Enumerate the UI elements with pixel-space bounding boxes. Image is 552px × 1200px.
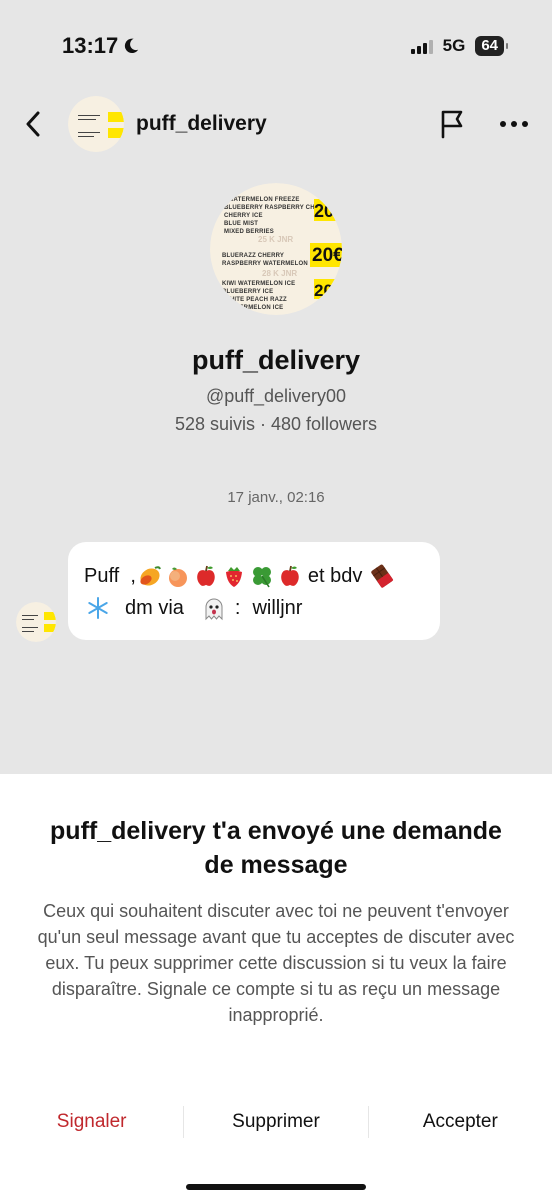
delete-button[interactable]: Supprimer bbox=[184, 1102, 367, 1142]
accept-button[interactable]: Accepter bbox=[369, 1102, 552, 1142]
avatar-badge: 20€ bbox=[314, 201, 342, 221]
report-flag-button[interactable] bbox=[436, 106, 470, 142]
avatar-menu-item: RASPBERRY WATERMELON bbox=[222, 261, 308, 267]
ghost-icon bbox=[205, 598, 223, 621]
sender-avatar[interactable] bbox=[16, 602, 56, 642]
sheet-title: puff_delivery t'a envoyé une demande de … bbox=[50, 817, 502, 879]
apple-icon bbox=[281, 565, 299, 586]
network-label: 5G bbox=[442, 36, 466, 55]
status-time: 13:17 bbox=[62, 33, 140, 59]
message-text: et bdv bbox=[307, 565, 363, 587]
signal-icon bbox=[410, 38, 433, 54]
avatar-badge: 20€ bbox=[314, 281, 342, 300]
chocolate-bar-icon bbox=[371, 564, 394, 588]
avatar-menu-item: BLUE MIST bbox=[224, 221, 259, 227]
profile-stats: 528 suivis · 480 followers bbox=[174, 414, 378, 434]
avatar-badge: 20€ bbox=[312, 245, 342, 266]
status-indicators: 5G 64 bbox=[410, 36, 508, 56]
snowflake-icon bbox=[88, 597, 108, 619]
message-text: willjnr bbox=[252, 597, 303, 619]
profile-handle: @puff_delivery00 bbox=[205, 386, 347, 406]
battery-indicator: 64 bbox=[475, 36, 508, 56]
strawberry-icon bbox=[225, 567, 242, 587]
chevron-left-icon bbox=[26, 111, 40, 137]
header-username[interactable]: puff_delivery bbox=[136, 112, 267, 136]
peach-icon bbox=[168, 567, 187, 587]
status-bar: 13:17 5G 64 bbox=[0, 0, 552, 92]
avatar-image: WATERMELON FREEZE BLUEBERRY RASPBERRY CH… bbox=[210, 183, 342, 315]
message-text: : bbox=[234, 597, 241, 619]
avatar-menu-item: CHERRY ICE bbox=[224, 213, 263, 219]
avatar-price: 25 K JNR bbox=[258, 235, 294, 244]
message-text: dm via bbox=[125, 597, 184, 619]
more-options-button[interactable] bbox=[496, 106, 532, 142]
flag-icon bbox=[441, 110, 463, 139]
more-horizontal-icon bbox=[500, 121, 528, 127]
apple-icon bbox=[197, 565, 215, 586]
message-timestamp: 17 janv., 02:16 bbox=[227, 489, 325, 506]
avatar-image bbox=[16, 602, 56, 642]
message-request-sheet: puff_delivery t'a envoyé une demande de … bbox=[0, 774, 552, 1200]
profile-name: puff_delivery bbox=[191, 345, 361, 375]
home-indicator[interactable] bbox=[186, 1184, 366, 1190]
mango-icon bbox=[140, 566, 161, 586]
avatar-menu-item: WHITE PEACH RAZZ bbox=[224, 297, 287, 303]
report-button[interactable]: Signaler bbox=[0, 1102, 183, 1142]
time-label: 13:17 bbox=[62, 33, 119, 58]
avatar-menu-item: KIWI WATERMELON ICE bbox=[222, 281, 296, 287]
message-line-1: Puff , et bdv bbox=[84, 560, 424, 592]
sheet-body: Ceux qui souhaitent discuter avec toi ne… bbox=[37, 901, 515, 1025]
sheet-actions: Signaler Supprimer Accepter bbox=[0, 1102, 552, 1142]
message-text: Puff , bbox=[84, 565, 136, 587]
avatar-image bbox=[68, 96, 124, 152]
avatar-menu-item: WATERMELON FREEZE bbox=[228, 197, 300, 203]
avatar-menu-item: BLUEBERRY ICE bbox=[222, 289, 274, 295]
message-bubble[interactable]: Puff , et bdv dm via: willjnr bbox=[68, 542, 440, 640]
avatar-menu-item: BLUERAZZ CHERRY bbox=[222, 253, 285, 259]
chat-header: puff_delivery bbox=[0, 92, 552, 156]
message-line-2: dm via : willjnr bbox=[84, 592, 424, 624]
back-button[interactable] bbox=[18, 104, 48, 144]
four-leaf-clover-icon bbox=[252, 567, 271, 588]
header-avatar[interactable] bbox=[68, 96, 124, 152]
moon-icon bbox=[125, 38, 139, 54]
avatar-price: 28 K JNR bbox=[262, 269, 298, 278]
profile-avatar[interactable]: WATERMELON FREEZE BLUEBERRY RASPBERRY CH… bbox=[210, 183, 342, 315]
avatar-menu-item: WATERMELON ICE bbox=[226, 305, 284, 311]
